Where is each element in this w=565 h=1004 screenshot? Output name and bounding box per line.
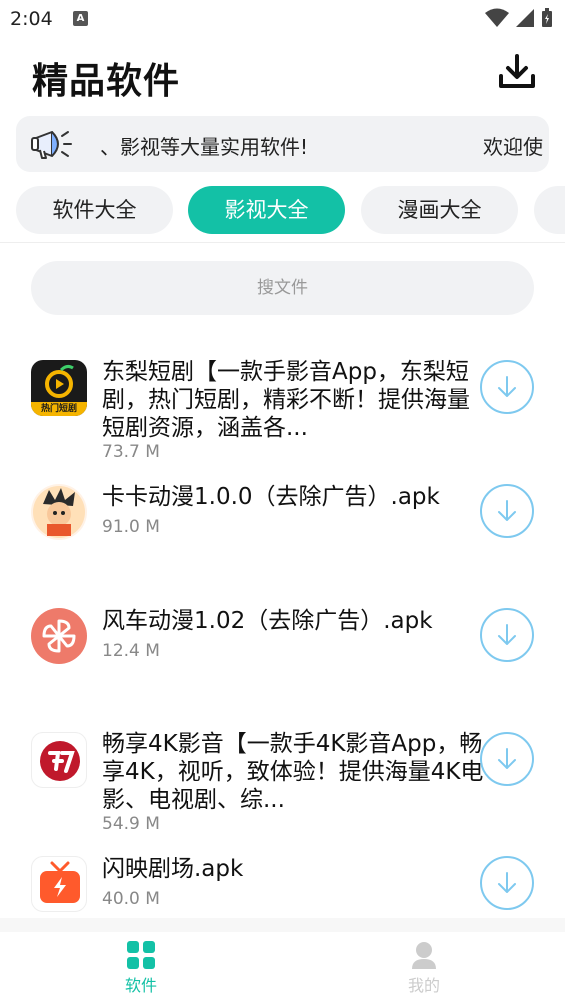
tab-software[interactable]: 软件大全: [16, 186, 173, 234]
download-button[interactable]: [480, 608, 534, 662]
list-item[interactable]: 风车动漫1.02（去除广告）.apk 12.4 M: [0, 593, 565, 693]
download-button[interactable]: [480, 360, 534, 414]
app-name: 风车动漫1.02（去除广告）.apk: [102, 608, 433, 634]
download-arrow-icon: [498, 376, 516, 397]
tab-comics[interactable]: 漫画大全: [361, 186, 518, 234]
app-size: 40.0 M: [102, 889, 160, 909]
app-name: 东梨短剧【一款手影音App，东梨短剧，热门短剧，精彩不断！提供海量短剧资源，涵盖…: [102, 359, 470, 441]
tab-more[interactable]: [534, 186, 565, 234]
dongli-drama-icon: 热门短剧: [31, 360, 87, 416]
download-arrow-icon: [498, 748, 516, 769]
list-item[interactable]: 闪映剧场.apk 40.0 M: [0, 841, 565, 921]
4k-video-icon: [31, 732, 87, 788]
download-button[interactable]: [480, 484, 534, 538]
nav-profile-label: 我的: [407, 976, 440, 995]
nav-profile[interactable]: 我的: [384, 938, 464, 998]
divider: [0, 242, 565, 243]
app-name: 闪映剧场.apk: [102, 856, 244, 882]
battery-icon: [542, 8, 552, 27]
app-size: 12.4 M: [102, 641, 160, 661]
announcement-text-continued: 欢迎使: [483, 135, 543, 159]
announcement-bar[interactable]: 、影视等大量实用软件! 欢迎使: [16, 116, 549, 172]
category-tabs: 软件大全 影视大全 漫画大全: [0, 186, 565, 236]
dongli-icon-caption: 热门短剧: [40, 404, 77, 414]
download-arrow-icon: [498, 624, 516, 645]
header: 精品软件: [0, 48, 565, 104]
page-title: 精品软件: [32, 61, 181, 102]
windmill-anime-icon: [31, 608, 87, 664]
app-size: 54.9 M: [102, 814, 160, 834]
status-time: 2:04: [10, 8, 53, 30]
bottom-nav: 软件 我的: [0, 932, 565, 1004]
status-bar: 2:04 A: [0, 0, 565, 38]
notification-icon: A: [73, 11, 88, 26]
download-button[interactable]: [480, 856, 534, 910]
download-arrow-icon: [498, 872, 516, 893]
app-size: 91.0 M: [102, 517, 160, 537]
cellular-signal-icon: [516, 9, 534, 27]
bottom-separator: [0, 918, 565, 932]
kaka-anime-icon: [31, 484, 87, 540]
app-name: 卡卡动漫1.0.0（去除广告）.apk: [102, 484, 440, 510]
grid-icon: [127, 941, 155, 969]
list-item[interactable]: 热门短剧 东梨短剧【一款手影音App，东梨短剧，热门短剧，精彩不断！提供海量短剧…: [0, 345, 565, 465]
download-manager-button[interactable]: [497, 52, 537, 92]
megaphone-icon: [31, 131, 72, 159]
nav-software-label: 软件: [124, 976, 157, 995]
nav-software[interactable]: 软件: [101, 938, 181, 998]
app-name: 畅享4K影音【一款手4K影音App，畅享4K，视听，致体验！提供海量4K电影、电…: [102, 731, 484, 813]
list-item[interactable]: 卡卡动漫1.0.0（去除广告）.apk 91.0 M: [0, 469, 565, 569]
download-icon: [499, 54, 535, 88]
search-input[interactable]: 搜文件: [31, 261, 534, 315]
tab-video[interactable]: 影视大全: [188, 186, 345, 234]
app-size: 73.7 M: [102, 442, 160, 462]
shanying-theater-icon: [31, 856, 87, 912]
download-button[interactable]: [480, 732, 534, 786]
download-arrow-icon: [498, 500, 516, 521]
wifi-icon: [485, 8, 509, 27]
user-icon: [412, 942, 436, 969]
list-item[interactable]: 畅享4K影音【一款手4K影音App，畅享4K，视听，致体验！提供海量4K电影、电…: [0, 717, 565, 837]
announcement-text: 、影视等大量实用软件!: [100, 135, 309, 159]
